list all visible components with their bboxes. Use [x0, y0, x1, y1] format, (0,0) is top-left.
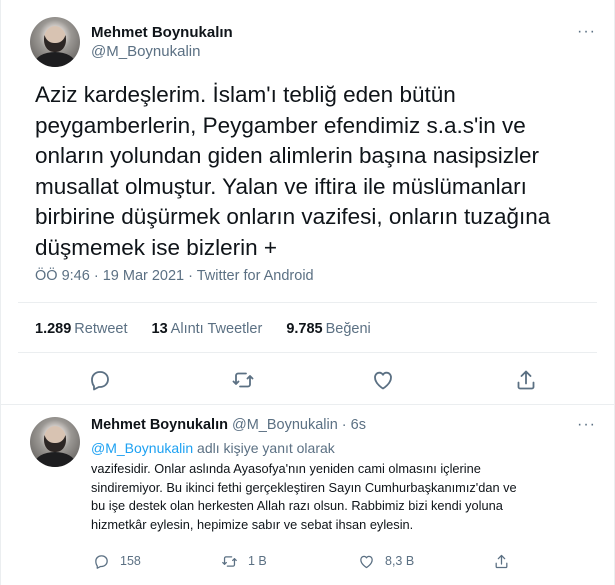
retweets-stat[interactable]: 1.289 Retweet [35, 321, 128, 337]
like-icon [360, 555, 373, 568]
avatar[interactable] [30, 17, 80, 67]
reply-like-action[interactable]: 8,3 B [358, 552, 414, 570]
author-handle[interactable]: @M_Boynukalin [91, 43, 200, 60]
replying-to: @M_Boynukalin adlı kişiye yanıt olarak [91, 440, 335, 456]
like-count: 8,3 B [385, 554, 415, 568]
reply-time[interactable]: 6s [351, 417, 366, 433]
likes-count: 9.785 [286, 321, 323, 337]
share-icon[interactable] [514, 368, 538, 392]
reply-header: Mehmet Boynukalın @M_Boynukalin · 6s [91, 417, 366, 433]
reply-reply-action[interactable]: 158 [93, 552, 141, 570]
tweet-meta: ÖÖ 9:46 · 19 Mar 2021 · Twitter for Andr… [35, 268, 314, 284]
reply-to-suffix: adlı kişiye yanıt olarak [193, 440, 335, 456]
reply-icon[interactable] [88, 368, 112, 392]
meta-separator: · [184, 268, 197, 284]
reply-tweet-text: vazifesidir. Onlar aslında Ayasofya'nın … [91, 461, 517, 532]
reply-share-action[interactable] [493, 552, 510, 570]
author-name[interactable]: Mehmet Boynukalın [91, 24, 233, 41]
divider [18, 302, 597, 303]
quotes-stat[interactable]: 13 Alıntı Tweetler [152, 321, 263, 337]
retweet-icon [222, 555, 237, 567]
quotes-label: Alıntı Tweetler [170, 321, 263, 337]
tweet-text: Aziz kardeşlerim. İslam'ı tebliğ eden bü… [35, 82, 551, 260]
reply-author-name[interactable]: Mehmet Boynukalın [91, 417, 228, 433]
tweet-stats: 1.289 Retweet 13 Alıntı Tweetler 9.785 Beğe… [35, 321, 391, 337]
reply-avatar[interactable] [30, 417, 80, 467]
tweet-thread: Mehmet Boynukalın @M_Boynukalin ··· Aziz… [0, 0, 615, 585]
reply-icon [95, 554, 108, 569]
tweet-date[interactable]: 19 Mar 2021 [103, 268, 184, 284]
reply-author-handle[interactable]: @M_Boynukalin [232, 417, 338, 433]
reply-retweet-action[interactable]: 1 B [221, 552, 267, 570]
tweet-time[interactable]: ÖÖ 9:46 [35, 268, 90, 284]
reply-time-separator: · [337, 417, 351, 433]
reply-mention-link[interactable]: @M_Boynukalin [91, 440, 193, 456]
quotes-count: 13 [151, 321, 168, 337]
retweet-icon[interactable] [231, 368, 255, 392]
like-icon[interactable] [371, 368, 395, 392]
retweets-count: 1.289 [35, 321, 72, 337]
more-options-icon[interactable]: ··· [577, 24, 596, 40]
share-icon [495, 554, 508, 568]
likes-label: Beğeni [325, 321, 371, 337]
meta-separator: · [89, 268, 103, 284]
likes-stat[interactable]: 9.785 Beğeni [286, 321, 370, 337]
divider [1, 404, 614, 405]
retweet-count: 1 B [248, 554, 267, 568]
retweets-label: Retweet [74, 321, 128, 337]
divider [18, 352, 597, 353]
tweet-source[interactable]: Twitter for Android [197, 268, 314, 284]
reply-count: 158 [120, 554, 141, 568]
reply-more-options-icon[interactable]: ··· [577, 417, 596, 433]
